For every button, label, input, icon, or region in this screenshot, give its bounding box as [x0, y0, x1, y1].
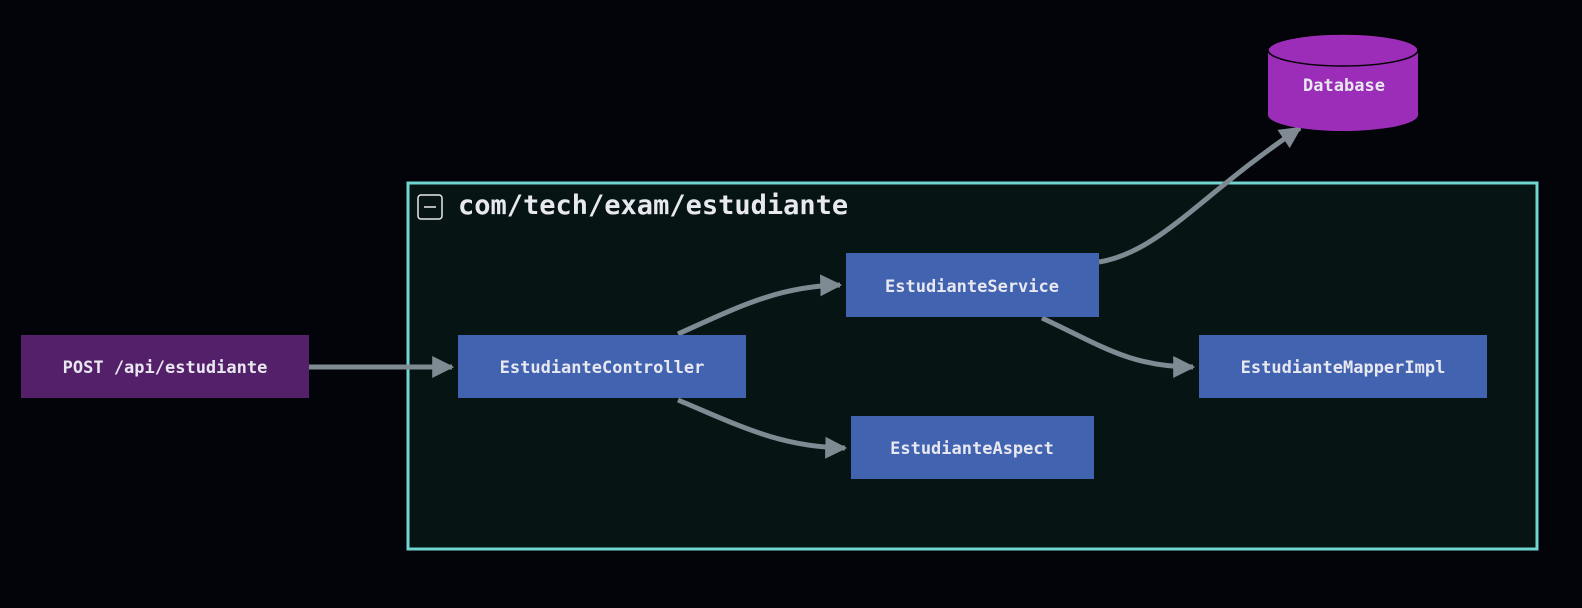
node-database-label: Database	[1303, 76, 1385, 96]
node-mapper[interactable]: EstudianteMapperImpl	[1199, 335, 1487, 398]
database-cylinder-top	[1267, 33, 1419, 67]
node-aspect-label: EstudianteAspect	[890, 439, 1054, 459]
node-controller[interactable]: EstudianteController	[458, 335, 746, 398]
node-controller-label: EstudianteController	[500, 358, 705, 378]
node-endpoint-label: POST /api/estudiante	[63, 358, 268, 378]
node-aspect[interactable]: EstudianteAspect	[851, 416, 1094, 479]
node-service[interactable]: EstudianteService	[846, 253, 1099, 317]
node-mapper-label: EstudianteMapperImpl	[1241, 358, 1446, 378]
diagram-canvas: com/tech/exam/estudiante POST /api/estud…	[21, 33, 1539, 551]
cluster-title: com/tech/exam/estudiante	[458, 190, 848, 221]
node-database[interactable]: Database	[1267, 33, 1419, 131]
node-endpoint[interactable]: POST /api/estudiante	[21, 335, 309, 398]
node-service-label: EstudianteService	[885, 277, 1059, 297]
